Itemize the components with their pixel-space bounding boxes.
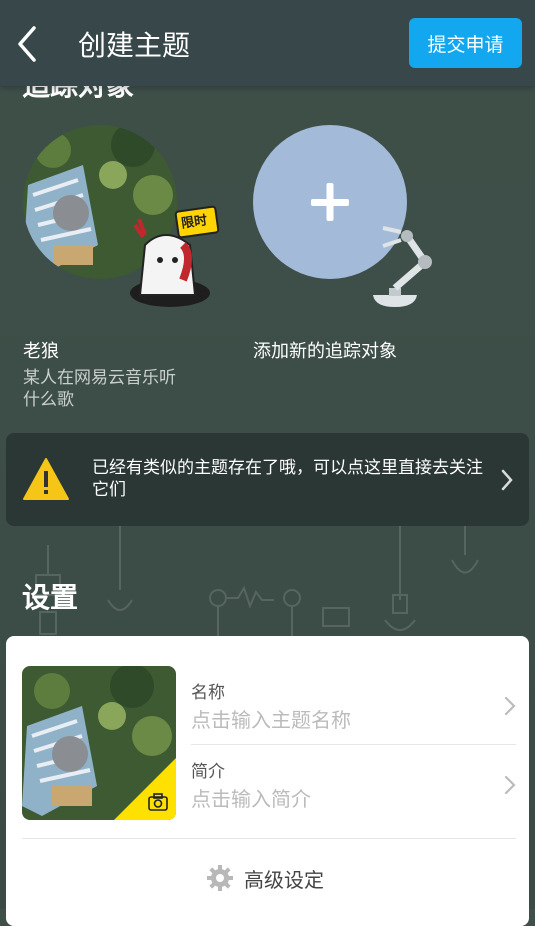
- target-description: 某人在网易云音乐听什么歌: [23, 368, 176, 410]
- field-divider: [191, 744, 516, 745]
- warning-icon: [23, 458, 69, 500]
- target-name: 老狼: [23, 341, 59, 362]
- intro-field[interactable]: 简介 点击输入简介: [191, 747, 516, 825]
- settings-section-title: 设置: [22, 581, 79, 614]
- gear-icon: [207, 865, 233, 891]
- submit-button[interactable]: 提交申请: [409, 18, 522, 68]
- chevron-right-icon: [504, 775, 516, 795]
- settings-card: 名称 点击输入主题名称 简介 点击输入简介 高级设定: [6, 636, 529, 926]
- name-field[interactable]: 名称 点击输入主题名称: [191, 668, 516, 746]
- chevron-right-icon: [501, 469, 513, 491]
- camera-icon: [148, 793, 168, 811]
- card-divider: [22, 838, 516, 839]
- top-bar: 创建主题 提交申请: [0, 0, 535, 86]
- add-target-label: 添加新的追踪对象: [253, 341, 397, 362]
- tracking-target[interactable]: 限时 老狼 某人在网易云音乐听什么歌: [23, 125, 223, 410]
- back-button[interactable]: [8, 22, 48, 66]
- intro-label: 简介: [191, 762, 225, 782]
- robot-arm-icon: [373, 226, 432, 307]
- cover-image-picker[interactable]: [22, 666, 176, 820]
- name-placeholder: 点击输入主题名称: [191, 708, 351, 732]
- similar-topics-notice[interactable]: 已经有类似的主题存在了哦，可以点这里直接去关注它们: [6, 433, 529, 526]
- advanced-settings-button[interactable]: 高级设定: [206, 858, 324, 898]
- page-title: 创建主题: [78, 29, 191, 62]
- name-label: 名称: [191, 683, 225, 703]
- chevron-right-icon: [504, 696, 516, 716]
- intro-placeholder: 点击输入简介: [191, 787, 311, 811]
- notice-text: 已经有类似的主题存在了哦，可以点这里直接去关注它们: [92, 458, 483, 500]
- limited-time-badge: 限时: [180, 213, 209, 232]
- advanced-settings-label: 高级设定: [244, 867, 324, 892]
- chevron-left-icon: [18, 26, 36, 62]
- limited-time-badge-illustration: [130, 205, 220, 307]
